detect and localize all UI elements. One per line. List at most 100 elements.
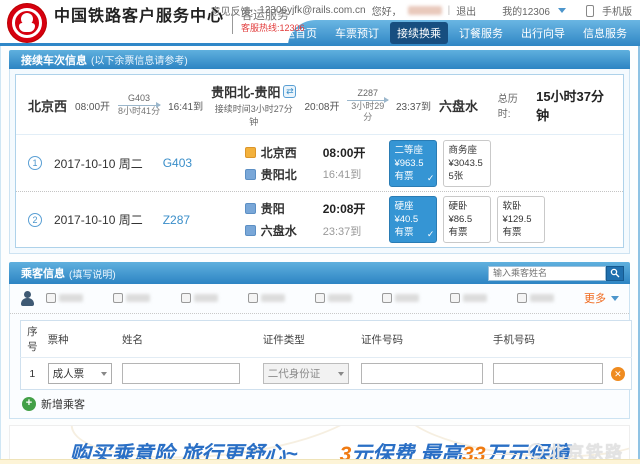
journey-section-note: (以下余票信息请参考) [91,52,188,67]
passenger-table-header-row: 序号 票种 姓名 证件类型 证件号码 手机号码 [21,321,632,358]
summary-leg1-duration: 8小时41分 [118,106,160,117]
selected-check-icon: ✓ [427,172,435,185]
seat-status: 有票 [502,226,540,239]
my12306-menu[interactable]: 我的12306 [502,3,550,18]
phone-input[interactable] [493,363,603,384]
passenger-checkbox[interactable] [113,293,123,303]
passenger-quick-select-row: 更多 [10,284,629,314]
username-blurred [408,6,442,15]
site-header: 中国铁路客户服务中心 客运服务 客服热线:12306 客运首页 车票预订 接续换… [0,20,640,46]
divider: | [448,5,451,16]
hotline-text: 客服热线:12306 [241,22,305,34]
seat-price: ¥40.5 [394,213,432,226]
nav-tab-meal[interactable]: 订餐服务 [452,22,510,44]
chevron-down-icon [611,296,619,301]
passenger-section-body: 更多 序号 票种 姓名 证件类型 证件号码 手机号码 1 [9,284,630,419]
greeting-text: 您好， [372,3,402,18]
add-passenger-icon[interactable]: + [22,397,36,411]
arrival-station-icon [245,225,256,236]
summary-transfer-note: 接续时间3小时27分钟 [211,102,296,128]
col-id-number: 证件号码 [357,321,489,358]
total-duration-value: 15小时37分钟 [536,86,611,124]
add-passenger-link[interactable]: 新增乘客 [41,396,85,412]
train1-to-station: 贵阳北 [261,166,297,183]
summary-from-station: 北京西 [28,96,67,115]
id-type-value: 二代身份证 [268,366,321,381]
selected-check-icon: ✓ [427,228,435,241]
train1-code-link[interactable]: G403 [163,156,207,170]
train1-date: 2017-10-10 周二 [54,155,143,172]
railway-logo-icon [8,4,46,42]
train2-seq-badge: 2 [28,213,42,227]
summary-leg1-arrive: 16:41到 [168,98,203,113]
train2-to-station: 六盘水 [261,222,297,239]
train2-arrive-time: 23:37到 [323,223,366,239]
seat-name: 商务座 [448,144,486,157]
passenger-checkbox[interactable] [315,293,325,303]
main-content: 接续车次信息 (以下余票信息请参考) 北京西 08:00开 G403 8小时41… [0,46,640,464]
passenger-icon [20,291,36,306]
passenger-section-header: 乘客信息 (填写说明) [9,262,630,284]
nav-tab-guide[interactable]: 出行向导 [514,22,572,44]
seat-option-soft-sleeper[interactable]: 软卧 ¥129.5 有票 [497,196,545,243]
passenger-checkbox[interactable] [382,293,392,303]
passenger-checkbox[interactable] [181,293,191,303]
summary-depart-time: 08:00开 [75,98,110,113]
train-row-1: 1 2017-10-10 周二 G403 北京西 08:00开 贵阳北 [16,135,623,191]
summary-leg2: Z287 3小时29分 [347,88,388,123]
summary-leg1-train: G403 [118,93,160,106]
col-ticket-type: 票种 [44,321,118,358]
site-title: 中国铁路客户服务中心 [54,6,224,28]
id-number-input[interactable] [361,363,483,384]
mobile-phone-icon [586,5,594,17]
passenger-name-blurred [463,294,487,302]
nav-tab-info[interactable]: 信息服务 [576,22,634,44]
train2-code-link[interactable]: Z287 [163,213,207,227]
more-label: 更多 [584,290,606,306]
watermark-line [458,454,518,455]
seat-price: ¥86.5 [448,213,486,226]
main-nav: 客运首页 车票预订 接续换乘 订餐服务 出行向导 信息服务 [288,20,640,46]
seat-option-second-class[interactable]: 二等座 ¥963.5 有票 ✓ [389,140,437,187]
passenger-checkbox[interactable] [517,293,527,303]
passenger-search-input[interactable] [488,266,606,281]
nav-tab-transfer[interactable]: 接续换乘 [390,22,448,44]
id-type-select[interactable]: 二代身份证 [263,363,349,384]
total-duration-label: 总历时: [498,90,528,120]
seat-name: 硬卧 [448,200,486,213]
seat-option-hard-seat[interactable]: 硬座 ¥40.5 有票 ✓ [389,196,437,243]
journey-summary-row: 北京西 08:00开 G403 8小时41分 16:41到 贵阳北-贵阳 ⇄ 接… [16,75,623,135]
chevron-down-icon [101,372,107,376]
summary-to-station: 六盘水 [439,96,478,115]
passenger-section-title: 乘客信息 [21,265,65,281]
passenger-name-blurred [530,294,554,302]
delete-passenger-button[interactable]: ✕ [611,367,625,381]
ticket-type-value: 成人票 [53,366,85,381]
summary-leg2-train: Z287 [347,88,388,101]
passenger-checkbox[interactable] [46,293,56,303]
ticket-type-select[interactable]: 成人票 [48,363,112,384]
seat-option-business-class[interactable]: 商务座 ¥3043.5 5张 [443,140,491,187]
seat-option-hard-sleeper[interactable]: 硬卧 ¥86.5 有票 [443,196,491,243]
seat-price: ¥963.5 [394,157,432,170]
seat-name: 软卧 [502,200,540,213]
departure-station-icon [245,147,256,158]
summary-leg2-duration: 3小时29分 [347,101,388,123]
name-input[interactable] [122,363,240,384]
journey-section-body: 北京西 08:00开 G403 8小时41分 16:41到 贵阳北-贵阳 ⇄ 接… [9,69,630,254]
passenger-checkbox[interactable] [248,293,258,303]
train2-from-station: 贵阳 [261,200,285,217]
seat-status: 5张 [448,170,486,183]
search-button[interactable] [606,266,624,281]
chevron-down-icon[interactable] [558,8,566,13]
train-row-2: 2 2017-10-10 周二 Z287 贵阳 20:08开 六盘水 [16,191,623,247]
col-id-type: 证件类型 [259,321,357,358]
logout-link[interactable]: 退出 [456,3,476,18]
more-passengers-button[interactable]: 更多 [584,290,619,306]
mobile-version-link[interactable]: 手机版 [602,3,632,18]
passenger-name-blurred [194,294,218,302]
passenger-checkbox[interactable] [450,293,460,303]
nav-tab-booking[interactable]: 车票预订 [328,22,386,44]
train2-depart-time: 20:08开 [323,200,366,217]
fill-instructions-link[interactable]: (填写说明) [69,266,116,281]
